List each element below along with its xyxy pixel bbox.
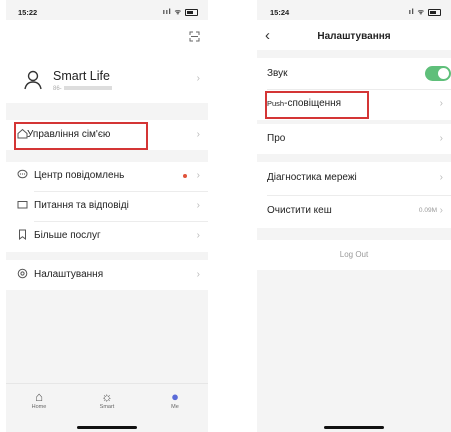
menu-item-label: Питання та відповіді [34, 200, 129, 211]
left-phone-screen: 15:22 ııl ᯤ Smart Life 86- › Управління … [6, 0, 208, 432]
home-icon: ⌂ [35, 389, 43, 404]
right-phone-screen: 15:24 ıl ᯤ ‹ Налаштування Звук Push-спов… [257, 0, 451, 432]
chevron-right-icon: › [196, 230, 200, 241]
battery-icon [428, 8, 441, 16]
home-indicator [324, 426, 384, 429]
settings-group-3: Діагностика мережі › Очистити кеш 0.09M … [257, 162, 451, 228]
nav-header: ‹ Налаштування [257, 20, 451, 50]
menu-item-services[interactable]: Більше послуг › [6, 222, 208, 250]
logout-button[interactable]: Log Out [257, 250, 451, 259]
tab-home[interactable]: ⌂ Home [19, 389, 59, 411]
profile-phone: 86- [53, 86, 112, 92]
sun-icon: ☼ [101, 389, 113, 404]
chevron-right-icon: › [196, 73, 200, 84]
scan-icon[interactable] [189, 31, 200, 45]
menu-item-label: Центр повідомлень [34, 170, 125, 181]
menu-item-faq[interactable]: Питання та відповіді › [6, 192, 208, 220]
menu-card: Центр повідомлень › Питання та відповіді… [6, 162, 208, 252]
profile-icon: ● [171, 389, 179, 404]
settings-group-2: Про › [257, 124, 451, 154]
status-icons: ıl ᯤ [409, 8, 441, 17]
settings-label: Налаштування [34, 269, 104, 280]
cache-size: 0.09M [418, 207, 437, 214]
bottom-tab-bar: ⌂ Home ☼ Smart ● Me [6, 383, 208, 432]
page-title: Налаштування [317, 31, 391, 42]
settings-item-label: Очистити кеш [267, 205, 332, 216]
chevron-right-icon: › [196, 269, 200, 280]
status-time: 15:22 [18, 8, 38, 17]
chevron-right-icon: › [196, 170, 200, 181]
settings-item-sound[interactable]: Звук [257, 60, 451, 88]
chevron-right-icon: › [439, 98, 443, 109]
tab-label: Me [171, 404, 179, 410]
home-indicator [77, 426, 137, 429]
settings-item-diagnostics[interactable]: Діагностика мережі › [257, 164, 451, 192]
settings-item-about[interactable]: Про › [257, 125, 451, 153]
logout-row: Log Out [257, 240, 451, 270]
profile-card: Smart Life 86- › [6, 20, 208, 103]
settings-item-label: Діагностика мережі [267, 172, 357, 183]
highlight-box [265, 91, 369, 119]
chevron-right-icon: › [439, 172, 443, 183]
chat-icon [16, 169, 29, 182]
menu-item-messages[interactable]: Центр повідомлень › [6, 162, 208, 190]
status-bar: 15:24 ıl ᯤ [257, 0, 451, 20]
settings-icon [16, 268, 29, 281]
settings-item-label: Звук [267, 68, 288, 79]
chevron-right-icon: › [439, 133, 443, 144]
tab-label: Smart [99, 404, 115, 410]
tab-label: Home [31, 404, 47, 410]
bookmark-icon [16, 229, 29, 242]
tab-smart[interactable]: ☼ Smart [87, 389, 127, 411]
sound-toggle[interactable] [425, 66, 451, 81]
chevron-right-icon: › [196, 200, 200, 211]
chevron-right-icon: › [196, 129, 200, 140]
status-icons: ııl ᯤ [163, 8, 198, 17]
battery-icon [185, 8, 198, 16]
tab-me[interactable]: ● Me [155, 389, 195, 411]
avatar-icon[interactable] [24, 70, 42, 95]
notification-badge [183, 174, 187, 178]
status-time: 15:24 [270, 8, 290, 17]
chevron-right-icon: › [439, 205, 443, 216]
mail-icon [16, 199, 29, 212]
settings-item-label: Про [267, 133, 286, 144]
settings-row[interactable]: Налаштування › [6, 260, 208, 290]
profile-name[interactable]: Smart Life [53, 69, 110, 83]
settings-item-clear-cache[interactable]: Очистити кеш 0.09M › [257, 197, 451, 225]
status-bar: 15:22 ııl ᯤ [6, 0, 208, 20]
highlight-box [14, 122, 148, 150]
menu-item-label: Більше послуг [34, 230, 101, 241]
